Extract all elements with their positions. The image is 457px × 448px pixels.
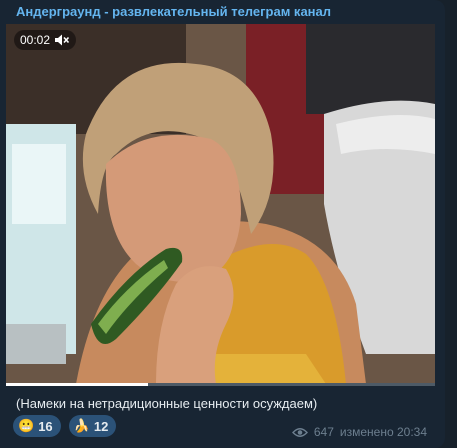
video-progress-fill [6,383,148,386]
video-progress-bar[interactable] [6,383,435,386]
edited-time: изменено 20:34 [339,425,427,439]
video-time: 00:02 [20,33,51,47]
reaction-banana[interactable]: 🍌 12 [68,415,117,437]
view-count: 647 [313,425,334,439]
video-time-badge: 00:02 [14,30,77,50]
post-caption: (Намеки на нетрадиционные ценности осужд… [16,396,318,411]
reaction-count: 16 [38,418,53,434]
banana-icon: 🍌 [73,418,90,434]
grimacing-face-icon: 😬 [18,418,35,434]
muted-speaker-icon[interactable] [54,33,70,47]
reactions-bar: 😬 16 🍌 12 [13,415,117,437]
reaction-grimacing[interactable]: 😬 16 [13,415,61,437]
channel-post: Андерграунд - развлекательный телеграм к… [0,0,445,448]
eye-icon [291,427,308,438]
post-meta: 647 изменено 20:34 [291,425,427,439]
video-frame [6,24,435,384]
channel-title[interactable]: Андерграунд - развлекательный телеграм к… [16,4,331,19]
video-player[interactable]: 00:02 [6,24,435,384]
reaction-count: 12 [93,418,109,434]
